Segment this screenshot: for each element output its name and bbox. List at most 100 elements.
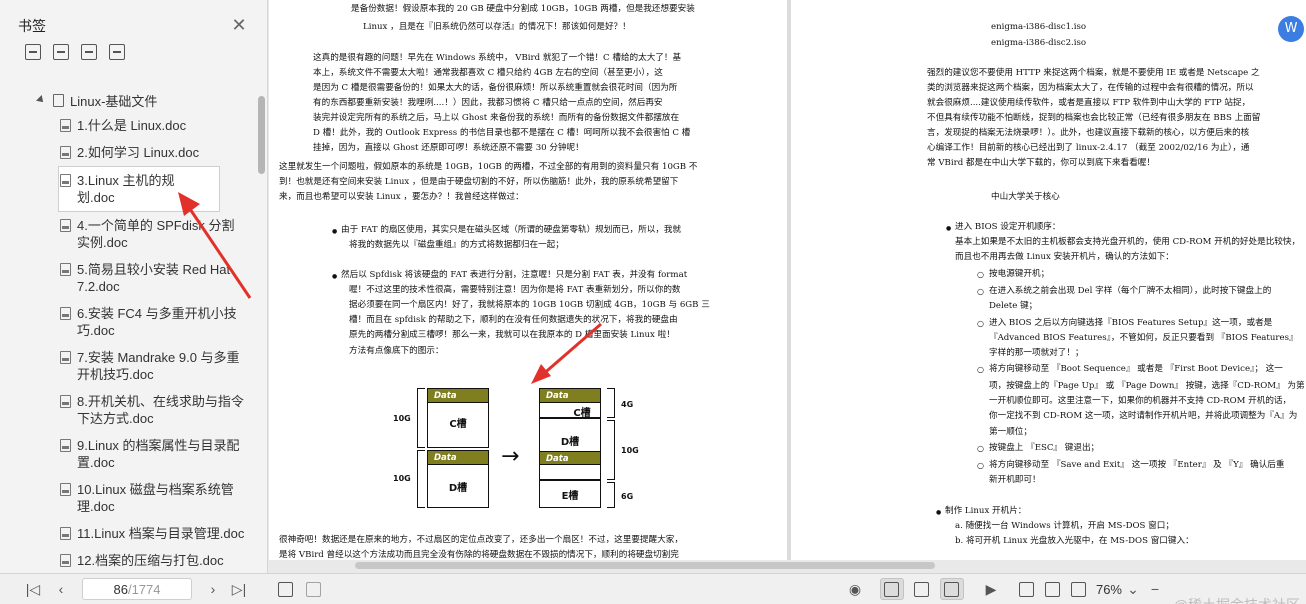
bookmark-item[interactable]: 1.什么是 Linux.doc: [0, 112, 256, 139]
text-line: 常 VBird 都是在中山大学下载的，你可以到底下来看看喔！: [927, 158, 1155, 168]
zoom-dropdown-icon[interactable]: ⌄: [1122, 578, 1144, 600]
text-line: 是因为 C 槽是很需要备份的！如果太大的话，备份很麻烦！所以系统重置就会很花时间…: [313, 83, 678, 93]
partition-label: C槽: [449, 419, 467, 430]
bookmark-item[interactable]: 6.安装 FC4 与多重开机小技巧.doc: [0, 300, 256, 344]
partition-label: E槽: [561, 491, 579, 502]
size-label: 10G: [393, 414, 411, 423]
text-line: 制作 Linux 开机片：: [936, 506, 1026, 518]
bookmark-label: 6.安装 FC4 与多重开机小技巧.doc: [77, 306, 237, 338]
text-line: 有的东西都要重新安装！我哩咧....！）因此，我都习惯将 C 槽只给一点点的空间…: [313, 98, 663, 108]
first-page-icon[interactable]: |◁: [22, 578, 44, 600]
continuous-view-button[interactable]: [910, 578, 934, 600]
app-float-button[interactable]: W: [1278, 16, 1304, 42]
text-line: 装完并设定完所有的系统之后，马上以 Ghost 来备份我的系统！而所有的备份数据…: [313, 113, 680, 123]
bookmark-item[interactable]: 3.Linux 主机的规划.doc: [58, 166, 220, 212]
disk-e-partition: E槽: [539, 480, 601, 508]
arrow-right-icon: →: [501, 444, 520, 469]
text-line: 将方向键移动至 『Boot Sequence』 或者是 『First Boot …: [977, 364, 1283, 375]
caret-down-icon[interactable]: [36, 95, 46, 105]
single-page-view-button[interactable]: [879, 578, 904, 600]
two-page-view-button[interactable]: [939, 578, 964, 600]
document-icon: [60, 439, 71, 452]
total-pages: /1774: [127, 581, 161, 597]
bookmark-item[interactable]: 9.Linux 的档案属性与目录配置.doc: [0, 432, 256, 476]
document-icon: [60, 554, 71, 567]
actual-size-icon[interactable]: [1016, 578, 1038, 600]
bookmark-item[interactable]: 12.档案的压缩与打包.doc: [0, 547, 256, 573]
text-line: 是备份数据！假设原本我的 20 GB 硬盘中分割成 10GB，10GB 两槽，但…: [351, 4, 695, 14]
bracket: [607, 388, 615, 418]
document-icon: [60, 219, 71, 232]
tree-root-item[interactable]: Linux-基础文件: [0, 88, 256, 112]
zoom-level[interactable]: 76%: [1096, 582, 1122, 597]
bookmark-item[interactable]: 5.简易且较小安装 Red Hat 7.2.doc: [0, 256, 256, 300]
play-icon[interactable]: ▶: [980, 578, 1002, 600]
horizontal-scrollbar[interactable]: [355, 560, 1295, 572]
bracket: [417, 388, 425, 448]
add-bookmark-icon[interactable]: [81, 44, 97, 60]
zoom-out-icon[interactable]: −: [1144, 578, 1166, 600]
partition-diagram: 10G 10G Data C槽 Data D槽 → Data C槽 D槽 Dat…: [389, 380, 649, 520]
bookmark-label: 9.Linux 的档案属性与目录配置.doc: [77, 438, 240, 470]
text-line: 一开机顺位即可。这里注意一下，如果你的机器并不支持 CD-ROM 开机的话，: [989, 396, 1292, 406]
document-icon: [60, 527, 71, 540]
data-block: Data: [428, 389, 488, 403]
text-line: 按电源键开机；: [977, 269, 1049, 280]
size-label: 4G: [621, 400, 634, 409]
collapse-all-icon[interactable]: [53, 44, 69, 60]
text-line: 字样的那一项就对了！；: [989, 348, 1084, 358]
text-line: b. 将可开机 Linux 光盘放入光驱中，在 MS-DOS 窗口键入：: [955, 536, 1194, 546]
text-line: 这里就发生一个问题啦，假如原本的系统是 10GB，10GB 的两槽，不过全部的有…: [279, 162, 698, 172]
text-line: 挂掉，因为，直接以 Ghost 还原即可啰！系统还原不需要 30 分钟呢！: [313, 143, 584, 153]
document-page-left: 是备份数据！假设原本我的 20 GB 硬盘中分割成 10GB，10GB 两槽，但…: [269, 0, 787, 560]
bookmark-item[interactable]: 7.安装 Mandrake 9.0 与多重开机技巧.doc: [0, 344, 256, 388]
text-line: 在进入系统之前会出现 Del 字样（每个厂牌不太相同），此时按下键盘上的: [977, 286, 1271, 297]
bookmark-item[interactable]: 4.一个简单的 SPFdisk 分割实例.doc: [0, 212, 256, 256]
sidebar-toolbar: [0, 44, 267, 64]
text-line: 你一定找不到 CD-ROM 这一项，这时请制作开机片吧，并将此项调整为『A』为: [989, 411, 1298, 421]
bookmark-item[interactable]: 2.如何学习 Linux.doc: [0, 139, 256, 166]
close-icon[interactable]: ✕: [231, 16, 247, 34]
text-line: 新开机即可！: [989, 475, 1041, 485]
text-line: 是将 VBird 曾经以这个方法成功而且完全没有伤除的将硬盘数据在不毁损的情况下…: [279, 550, 679, 560]
fit-width-icon[interactable]: [1042, 578, 1064, 600]
bookmark-item[interactable]: 8.开机关机、在线求助与指令下达方式.doc: [0, 388, 256, 432]
text-line: 到！也就是还有空间来安装 Linux ，但是由于硬盘切割的不好，所以伤脑筋！此外…: [279, 177, 679, 187]
bookmark-label: 12.档案的压缩与打包.doc: [77, 553, 224, 568]
last-page-icon[interactable]: ▷|: [228, 578, 250, 600]
data-block: Data: [540, 389, 600, 403]
bookmark-item[interactable]: 10.Linux 磁盘与档案系统管理.doc: [0, 476, 256, 520]
pdf-reader-app: 书签 ✕ Linux-基础文件 1.什么是 Linux.doc 2.如何学习 Li…: [0, 0, 1306, 604]
page-number-input[interactable]: 86/1774: [82, 578, 192, 600]
document-icon: [60, 119, 71, 132]
text-line: 言，发现捉的档案无法烧录啰！）。此外，也建议直接下载新的核心，以方便后来的核: [927, 128, 1250, 138]
text-line: 很神奇吧！数据还是在原来的地方，不过扇区的定位点改变了，还多出一个扇区！不过，这…: [279, 535, 683, 545]
text-line: 本上，系统文件不需要太大啦！通常我都喜欢 C 槽只给约 4GB 左右的空间（甚至…: [313, 68, 663, 78]
bookmark-label: 4.一个简单的 SPFdisk 分割实例.doc: [77, 218, 235, 250]
text-line: 第一顺位；: [989, 427, 1032, 437]
document-icon: [53, 93, 64, 107]
text-line: enigma-i386-disc2.iso: [991, 38, 1087, 48]
size-label: 6G: [621, 492, 634, 501]
next-page-icon[interactable]: ›: [202, 578, 224, 600]
expand-all-icon[interactable]: [25, 44, 41, 60]
document-icon: [60, 395, 71, 408]
document-icon: [60, 307, 71, 320]
forward-icon[interactable]: [302, 578, 324, 600]
scrollbar-thumb[interactable]: [355, 562, 935, 569]
eye-icon[interactable]: ◉: [844, 578, 866, 600]
back-icon[interactable]: [274, 578, 296, 600]
bookmark-icon[interactable]: [109, 44, 125, 60]
data-block: Data: [428, 451, 488, 465]
text-line: enigma-i386-disc1.iso: [991, 22, 1087, 32]
text-line: 中山大学关于核心: [991, 192, 1060, 202]
bookmark-item[interactable]: 11.Linux 档案与目录管理.doc: [0, 520, 256, 547]
disk-c-partition: Data C槽: [427, 388, 489, 448]
tree-items: 1.什么是 Linux.doc 2.如何学习 Linux.doc 3.Linux 主…: [0, 112, 256, 573]
bookmark-label: 7.安装 Mandrake 9.0 与多重开机技巧.doc: [77, 350, 240, 382]
text-line: 而且也不用再去做 Linux 安装开机片，确认的方法如下：: [955, 252, 1174, 262]
prev-page-icon[interactable]: ‹: [50, 578, 72, 600]
fit-page-icon[interactable]: [1068, 578, 1090, 600]
sidebar-scrollbar[interactable]: [258, 96, 265, 174]
text-line: 这真的是很有趣的问题！早先在 Windows 系统中， VBird 就犯了一个错…: [313, 53, 682, 63]
